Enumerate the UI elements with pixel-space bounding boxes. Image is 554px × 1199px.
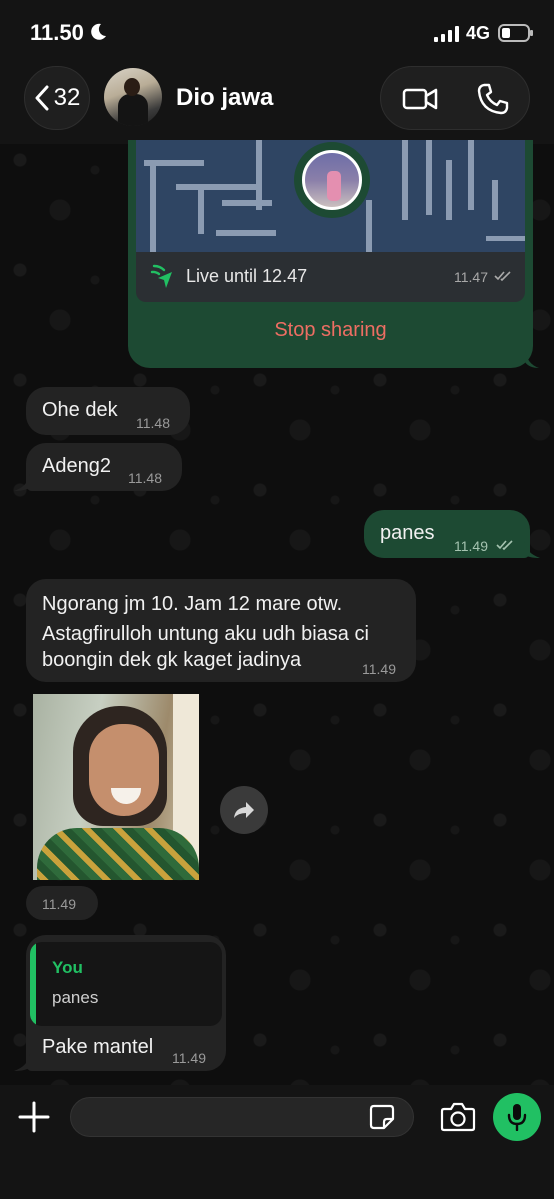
- message-time: 11.49: [362, 661, 396, 677]
- bubble-tail: [14, 1054, 30, 1071]
- forward-icon: [234, 802, 254, 818]
- reply-author: You: [52, 958, 83, 977]
- avatar[interactable]: [104, 68, 162, 126]
- bubble-tail: [524, 541, 540, 558]
- message-time: 11.49: [172, 1050, 206, 1066]
- image-message[interactable]: [33, 694, 199, 880]
- call-actions: [380, 66, 530, 130]
- back-button[interactable]: 32: [24, 66, 90, 130]
- live-location-message[interactable]: Live until 12.47 11.47 Stop sharing: [128, 140, 533, 368]
- message-time: 11.48: [128, 470, 162, 486]
- message-line: Ngorang jm 10. Jam 12 mare otw.: [42, 593, 343, 615]
- message-text: panes: [380, 522, 435, 544]
- moon-icon: [91, 23, 106, 40]
- contact-name[interactable]: Dio jawa: [176, 84, 273, 112]
- video-call-icon[interactable]: [401, 81, 441, 117]
- microphone-icon: [507, 1104, 527, 1131]
- message-time: 11.49: [454, 538, 488, 554]
- forward-button[interactable]: [220, 786, 268, 834]
- phone-icon[interactable]: [475, 81, 511, 117]
- network-label: 4G: [466, 23, 491, 43]
- message-text: Pake mantel: [42, 1036, 154, 1058]
- message-time: 11.49: [42, 896, 76, 912]
- status-bar: 11.50 4G: [0, 0, 554, 64]
- composer-bar: [0, 1085, 554, 1199]
- battery-icon: [498, 24, 533, 42]
- camera-icon[interactable]: [440, 1101, 476, 1133]
- chat-header: 32 Dio jawa: [0, 64, 554, 144]
- bubble-tail: [525, 350, 539, 368]
- live-status-row: Live until 12.47 11.47: [136, 252, 525, 302]
- double-check-icon: [494, 271, 511, 282]
- image-time-badge: 11.49: [26, 886, 98, 920]
- plus-icon[interactable]: [16, 1099, 52, 1135]
- unread-count: 32: [53, 84, 81, 111]
- location-pin: [294, 142, 370, 218]
- incoming-message[interactable]: Adeng2 11.48: [26, 443, 182, 491]
- live-location-icon: [150, 264, 172, 288]
- reply-text: panes: [52, 988, 99, 1007]
- chevron-left-icon: [35, 85, 49, 111]
- bubble-tail: [14, 474, 30, 491]
- message-input[interactable]: [70, 1097, 414, 1137]
- location-map[interactable]: [136, 140, 525, 252]
- status-time: 11.50: [30, 20, 84, 45]
- reply-indicator: [30, 942, 36, 1026]
- microphone-button[interactable]: [493, 1093, 541, 1141]
- message-text: Adeng2: [42, 455, 111, 477]
- message-time: 11.47: [454, 269, 488, 285]
- message-line: boongin dek gk kaget jadinya: [42, 649, 302, 671]
- sticker-icon[interactable]: [368, 1103, 396, 1131]
- live-until-label: Live until 12.47: [186, 266, 308, 286]
- outgoing-message[interactable]: panes 11.49: [364, 510, 530, 558]
- incoming-message[interactable]: Ngorang jm 10. Jam 12 mare otw. Astagfir…: [26, 579, 416, 682]
- signal-icon: [434, 26, 459, 42]
- message-text: Ohe dek: [42, 399, 118, 421]
- quoted-reply[interactable]: You panes: [30, 942, 222, 1026]
- double-check-icon: [496, 540, 513, 551]
- incoming-message[interactable]: Ohe dek 11.48: [26, 387, 190, 435]
- stop-sharing-button[interactable]: Stop sharing: [128, 302, 533, 358]
- message-time: 11.48: [136, 415, 170, 431]
